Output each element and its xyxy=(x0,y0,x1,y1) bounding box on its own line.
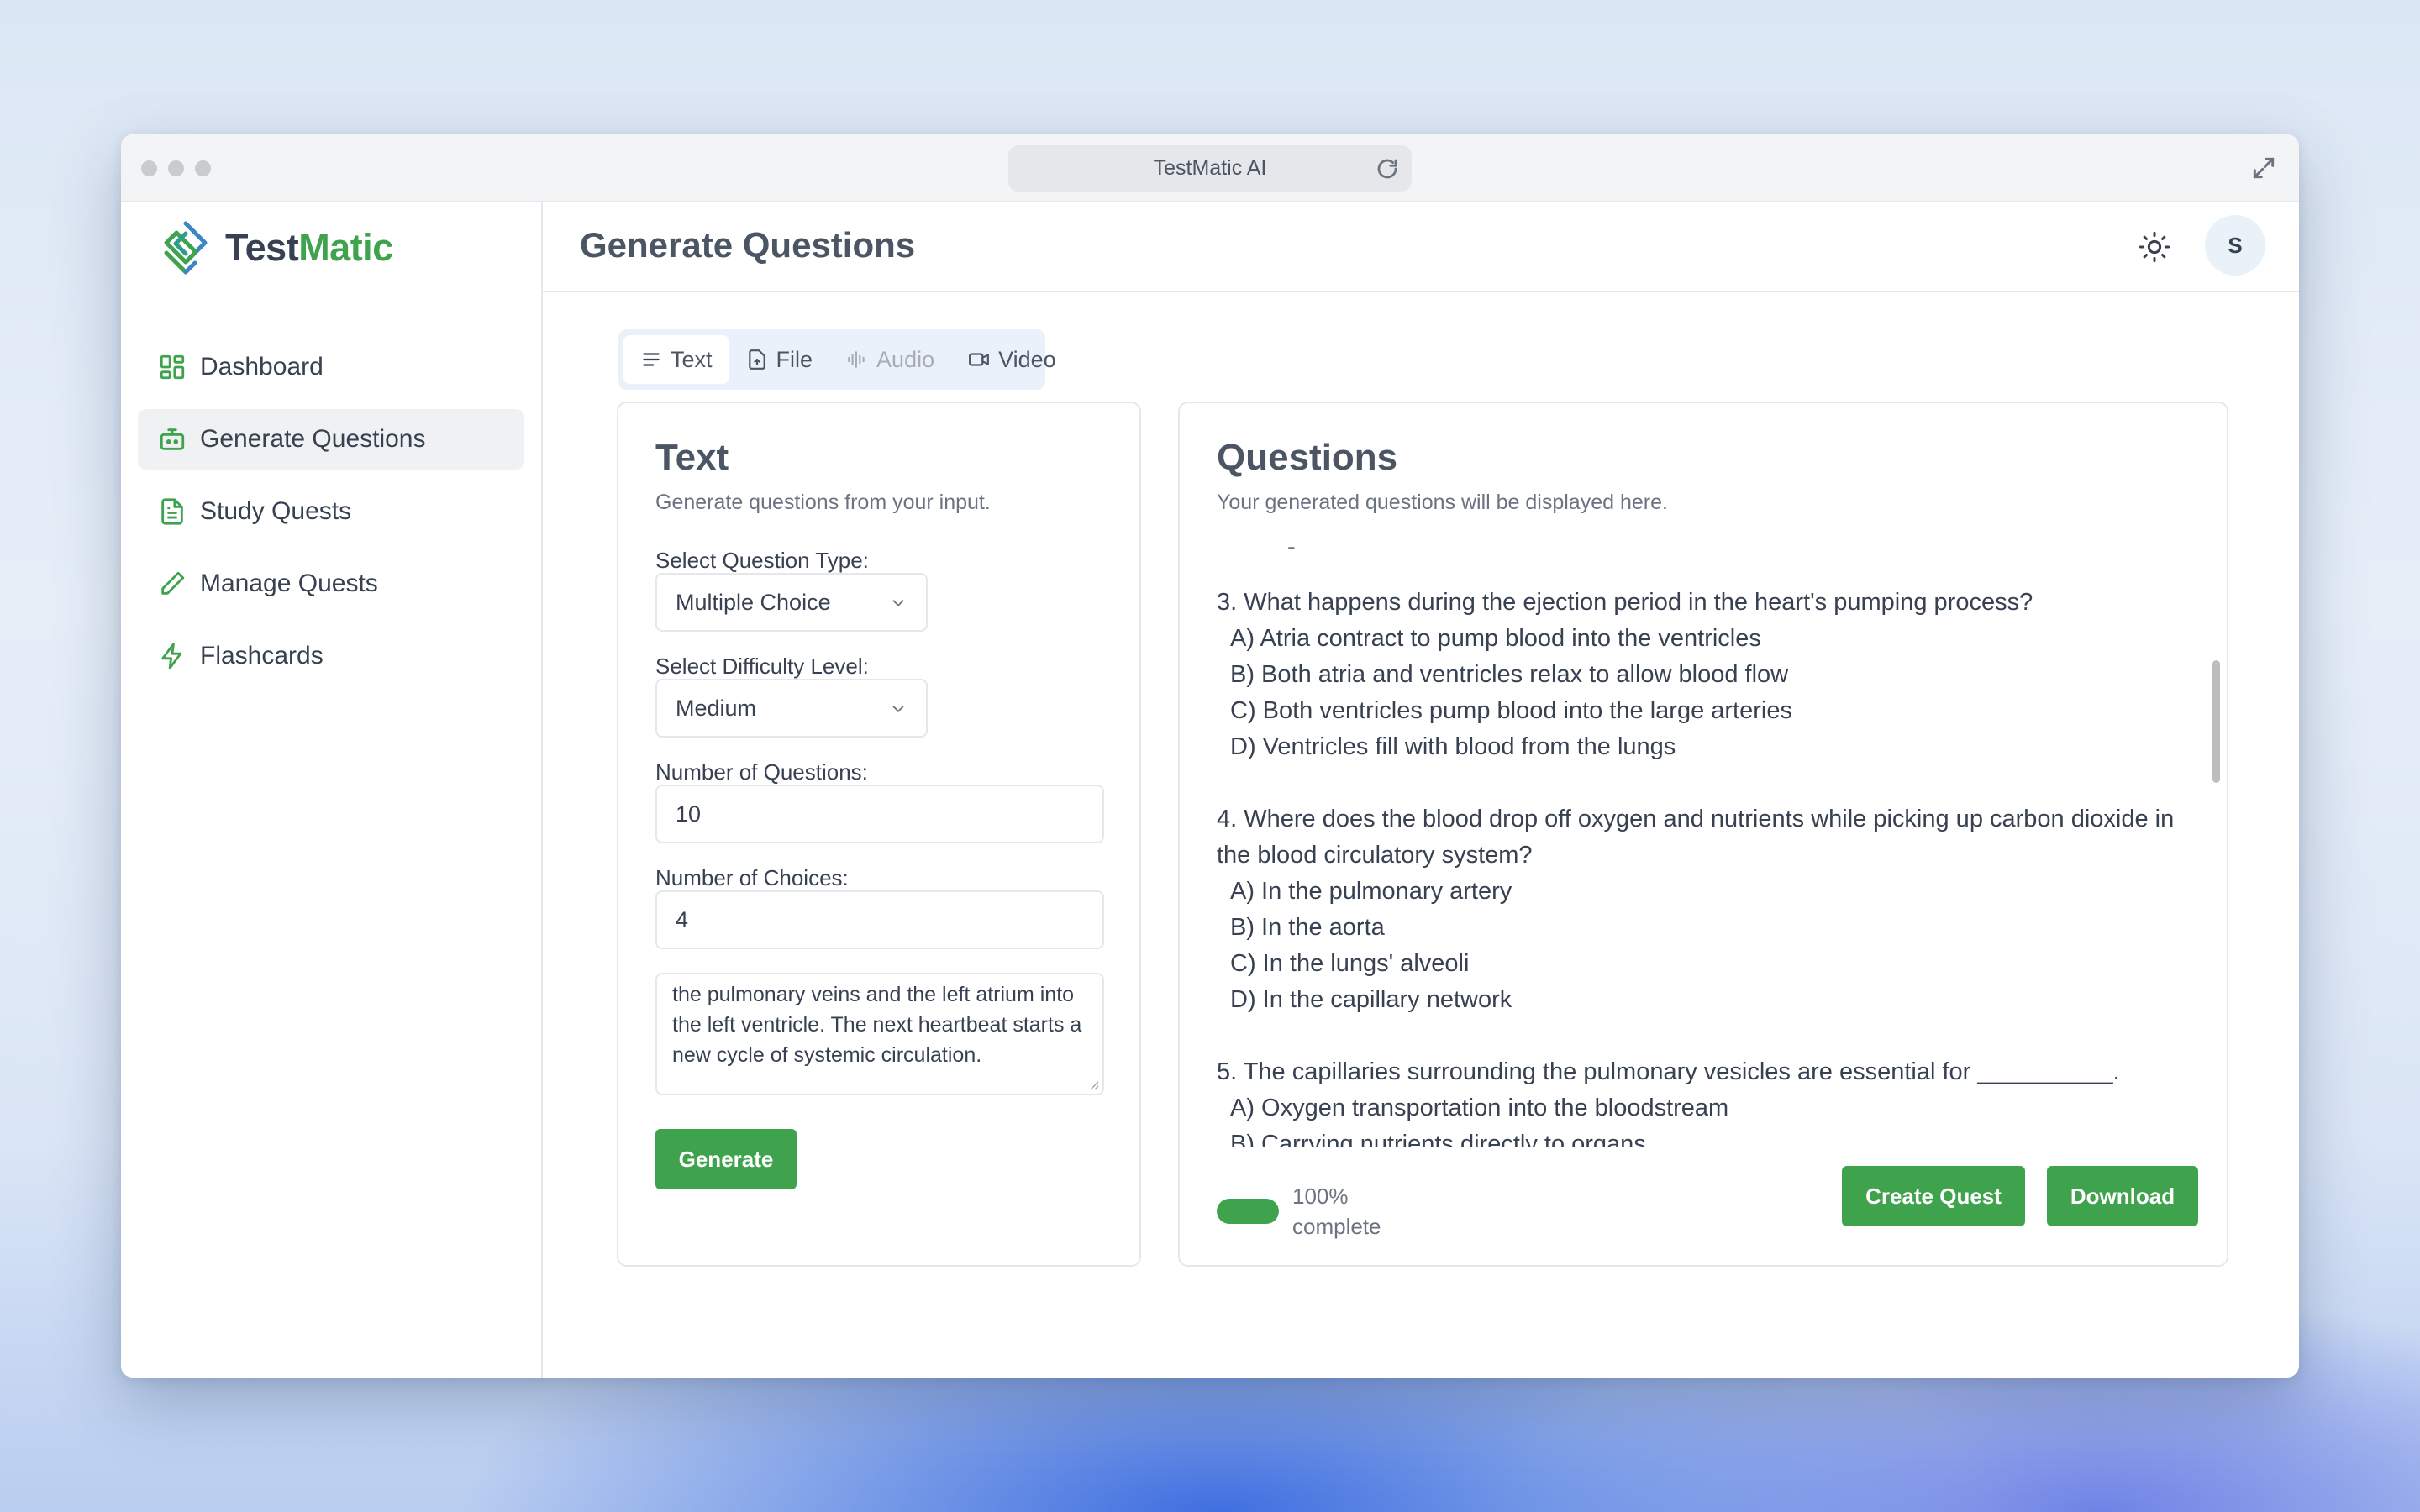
question-type-select[interactable]: Multiple Choice xyxy=(655,573,928,632)
progress-indicator: 100% complete xyxy=(1217,1181,1393,1242)
page-header: Generate Questions S xyxy=(543,202,2299,292)
input-card-title: Text xyxy=(655,437,729,478)
sidebar: TestMatic Dashboard Generate Questions S… xyxy=(121,202,543,1378)
expand-icon[interactable] xyxy=(2250,155,2277,181)
window-controls xyxy=(141,160,211,176)
sidebar-item-label: Study Quests xyxy=(200,497,352,525)
input-card-subtitle: Generate questions from your input. xyxy=(655,491,991,514)
scrollbar-thumb[interactable] xyxy=(2212,660,2220,783)
difficulty-select[interactable]: Medium xyxy=(655,679,928,738)
tab-text[interactable]: Text xyxy=(623,335,729,384)
questions-scroll-area[interactable]: - 3. What happens during the ejection pe… xyxy=(1217,534,2175,1147)
question-option: D) In the capillary network xyxy=(1230,986,1512,1013)
source-text-area[interactable]: the pulmonary veins and the left atrium … xyxy=(655,973,1104,1095)
questions-card: Questions Your generated questions will … xyxy=(1178,402,2228,1267)
question-option: D) Ventricles fill with blood from the l… xyxy=(1230,733,1676,760)
progress-bar xyxy=(1217,1199,1279,1224)
question-option: C) In the lungs' alveoli xyxy=(1230,950,1470,977)
leading-dash: - xyxy=(1287,534,1296,560)
sidebar-item-generate-questions[interactable]: Generate Questions xyxy=(138,409,524,470)
testmatic-logo-icon xyxy=(164,221,208,275)
pencil-icon xyxy=(161,571,185,595)
question-type-label: Select Question Type: xyxy=(655,548,869,573)
progress-text: 100% complete xyxy=(1292,1184,1381,1239)
chevron-down-icon xyxy=(892,706,904,713)
difficulty-value: Medium xyxy=(676,695,757,721)
reload-icon[interactable] xyxy=(1375,156,1400,181)
question-option: A) In the pulmonary artery xyxy=(1230,878,1512,905)
question-option: C) Both ventricles pump blood into the l… xyxy=(1230,697,1792,724)
question-option: B) Carrying nutrients directly to organs xyxy=(1230,1131,1646,1147)
question-type-value: Multiple Choice xyxy=(676,589,831,615)
sidebar-item-label: Dashboard xyxy=(200,353,324,381)
brand-name: TestMatic xyxy=(225,226,393,270)
video-camera-icon xyxy=(969,353,990,366)
sidebar-item-label: Flashcards xyxy=(200,642,324,669)
questions-card-subtitle: Your generated questions will be display… xyxy=(1217,491,1668,514)
minimize-window-button[interactable] xyxy=(168,160,184,176)
sidebar-item-flashcards[interactable]: Flashcards xyxy=(138,626,524,686)
file-upload-icon xyxy=(748,349,765,370)
difficulty-label: Select Difficulty Level: xyxy=(655,654,869,679)
num-questions-field[interactable]: 10 xyxy=(655,785,1104,843)
title-bar: TestMatic AI xyxy=(121,134,2299,202)
num-questions-label: Number of Questions: xyxy=(655,759,868,785)
brand-name-part2: Matic xyxy=(298,226,393,269)
create-quest-button[interactable]: Create Quest xyxy=(1842,1166,2025,1226)
robot-icon xyxy=(160,428,185,450)
lightning-icon xyxy=(161,643,182,669)
audio-wave-icon xyxy=(848,351,865,368)
tab-label: File xyxy=(776,346,813,372)
tab-file[interactable]: File xyxy=(729,335,830,384)
question-text: 3. What happens during the ejection peri… xyxy=(1217,589,2033,616)
avatar[interactable]: S xyxy=(2205,215,2265,276)
input-card: Text Generate questions from your input.… xyxy=(617,402,1141,1267)
zoom-window-button[interactable] xyxy=(195,160,211,176)
brand-logo[interactable]: TestMatic xyxy=(158,218,393,277)
question-option: A) Atria contract to pump blood into the… xyxy=(1230,625,1761,652)
sun-icon[interactable] xyxy=(2138,230,2171,264)
num-choices-field[interactable]: 4 xyxy=(655,890,1104,949)
tab-audio[interactable]: Audio xyxy=(829,335,951,384)
resize-grip-icon[interactable] xyxy=(1087,1079,1099,1090)
address-bar-title: TestMatic AI xyxy=(1153,156,1267,180)
app-window: TestMatic AI TestMatic Dashboard Generat… xyxy=(121,134,2299,1378)
close-window-button[interactable] xyxy=(141,160,157,176)
sidebar-item-label: Generate Questions xyxy=(200,425,426,453)
source-text-value: the pulmonary veins and the left atrium … xyxy=(672,983,1082,1067)
question-item: 4. Where does the blood drop off oxygen … xyxy=(1217,801,2175,1018)
download-button[interactable]: Download xyxy=(2047,1166,2198,1226)
document-icon xyxy=(161,498,183,525)
question-item: 5. The capillaries surrounding the pulmo… xyxy=(1217,1054,2175,1147)
generate-button[interactable]: Generate xyxy=(655,1129,797,1189)
tab-video[interactable]: Video xyxy=(951,335,1073,384)
num-choices-value: 4 xyxy=(676,906,689,932)
question-option: B) Both atria and ventricles relax to al… xyxy=(1230,661,1789,688)
dashboard-icon xyxy=(160,354,185,380)
sidebar-item-label: Manage Quests xyxy=(200,570,378,597)
num-questions-value: 10 xyxy=(676,801,702,827)
page-title: Generate Questions xyxy=(580,225,916,265)
brand-name-part1: Test xyxy=(225,226,299,269)
tab-label: Audio xyxy=(876,346,935,372)
questions-card-title: Questions xyxy=(1217,437,1398,478)
sidebar-item-manage-quests[interactable]: Manage Quests xyxy=(138,554,524,614)
progress-bar-fill xyxy=(1217,1199,1279,1224)
question-text: 5. The capillaries surrounding the pulmo… xyxy=(1217,1058,2120,1085)
sidebar-nav: Dashboard Generate Questions Study Quest… xyxy=(138,337,524,698)
question-option: B) In the aorta xyxy=(1230,914,1385,941)
sidebar-item-study-quests[interactable]: Study Quests xyxy=(138,481,524,542)
address-bar[interactable]: TestMatic AI xyxy=(1008,145,1412,192)
question-item: 3. What happens during the ejection peri… xyxy=(1217,585,2175,765)
question-option: A) Oxygen transportation into the bloods… xyxy=(1230,1095,1729,1121)
text-lines-icon xyxy=(643,353,660,366)
num-choices-label: Number of Choices: xyxy=(655,865,849,890)
tab-label: Text xyxy=(671,346,713,372)
question-text: 4. Where does the blood drop off oxygen … xyxy=(1217,806,2175,869)
tab-label: Video xyxy=(998,346,1056,372)
sidebar-item-dashboard[interactable]: Dashboard xyxy=(138,337,524,397)
chevron-down-icon xyxy=(892,600,904,607)
input-type-tabs: Text File Audio Video xyxy=(618,329,1056,390)
